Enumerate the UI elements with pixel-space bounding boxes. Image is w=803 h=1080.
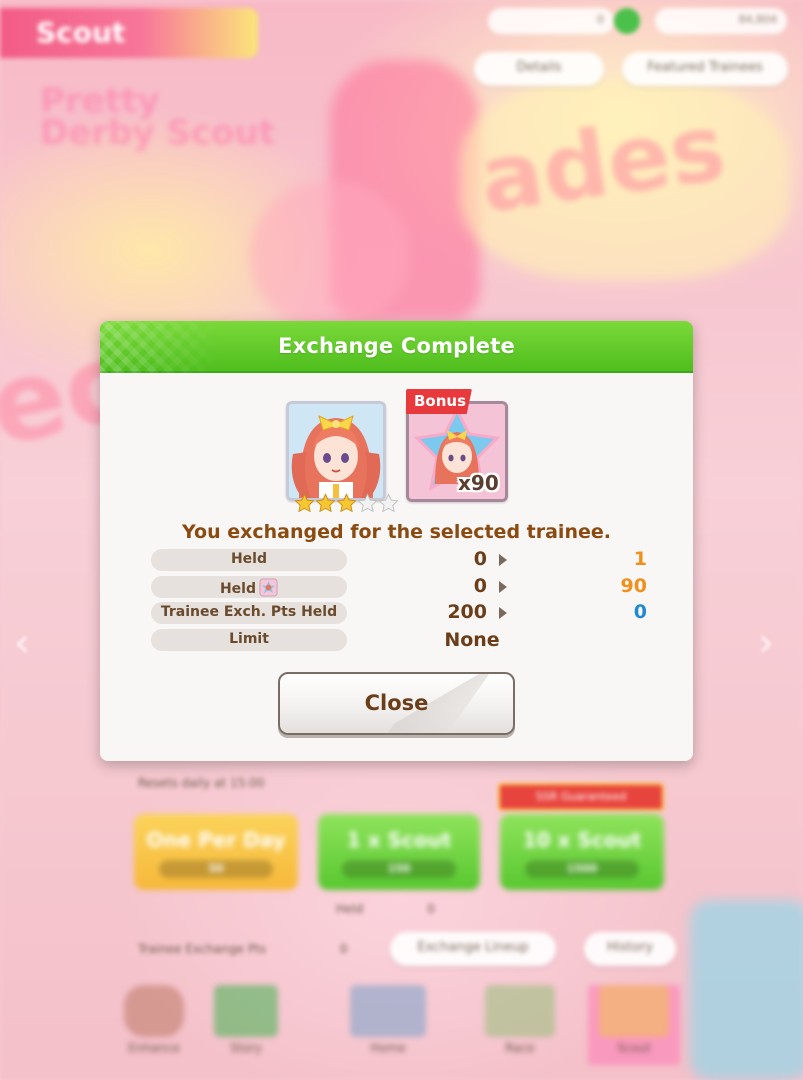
nav-scout[interactable]: Scout — [588, 985, 680, 1065]
bg-heart-shape — [250, 180, 410, 330]
currency-display-1: 0 — [488, 8, 614, 34]
exchange-pts-row: Trainee Exch. Pts Held 200 0 — [151, 601, 651, 624]
pts-after-value: 0 — [633, 601, 647, 623]
held-pieces-label: Held 0 — [336, 902, 435, 916]
star-icon — [336, 493, 357, 513]
exchange-message: You exchanged for the selected trainee. — [182, 521, 611, 543]
star-icon — [315, 493, 336, 513]
arrow-right-icon — [499, 607, 507, 619]
dialog-header: Exchange Complete — [100, 321, 693, 373]
ten-scout-button[interactable]: 10 x Scout 1500 — [500, 814, 664, 890]
exchange-lineup-button[interactable]: Exchange Lineup — [390, 932, 556, 966]
nav-race[interactable]: Race — [474, 985, 566, 1065]
star-icon — [294, 493, 315, 513]
limit-row: Limit None — [151, 629, 651, 651]
held-after-value: 1 — [633, 548, 647, 570]
bonus-quantity: x90 — [458, 471, 499, 495]
add-currency-icon[interactable] — [614, 8, 640, 34]
exchange-pts-label: Trainee Exchange Pts 0 — [138, 942, 348, 956]
pts-before-value: 200 — [447, 601, 487, 623]
one-per-day-button[interactable]: One Per Day 50 — [134, 814, 298, 890]
trainee-portrait-card — [286, 401, 386, 501]
held-pieces-row: Held 0 90 — [151, 575, 651, 598]
bg-lower-ribbon — [690, 900, 803, 1080]
bg-banner-logo: Pretty Derby Scout — [40, 81, 275, 153]
nav-story[interactable]: Story — [200, 985, 292, 1065]
nav-home[interactable]: Home — [342, 985, 434, 1065]
featured-trainees-button[interactable]: Featured Trainees — [622, 52, 788, 86]
dialog-title: Exchange Complete — [278, 334, 515, 358]
pieces-after-value: 90 — [620, 575, 647, 597]
row-label: Limit — [151, 629, 347, 651]
details-button[interactable]: Details — [474, 52, 604, 86]
arrow-right-icon — [499, 554, 507, 566]
row-label: Trainee Exch. Pts Held — [151, 602, 347, 624]
banner-next-arrow-icon[interactable]: › — [758, 620, 774, 666]
empty-star-icon — [378, 493, 399, 513]
history-button[interactable]: History — [584, 932, 676, 966]
nav-enhance[interactable]: Enhance — [108, 985, 200, 1065]
scout-header-title: Scout — [36, 16, 126, 49]
trainee-piece-icon — [259, 578, 278, 597]
close-button-label: Close — [364, 691, 429, 715]
row-label: Held — [151, 549, 347, 571]
banner-prev-arrow-icon[interactable]: ‹ — [14, 620, 30, 666]
limit-value: None — [444, 629, 500, 651]
pieces-before-value: 0 — [473, 575, 487, 597]
reset-note: Resets daily at 15:00 — [138, 776, 265, 790]
held-before-value: 0 — [473, 548, 487, 570]
rarity-stars — [294, 493, 399, 517]
bonus-tag: Bonus — [406, 389, 472, 414]
scout-header-tab: Scout — [0, 8, 258, 58]
close-button[interactable]: Close — [278, 672, 515, 735]
held-trainee-row: Held 0 1 — [151, 548, 651, 571]
one-scout-button[interactable]: 1 x Scout 150 — [318, 814, 480, 890]
arrow-right-icon — [499, 581, 507, 593]
empty-star-icon — [357, 493, 378, 513]
trainee-portrait-icon — [289, 404, 383, 498]
currency-display-2: 84,804 — [655, 8, 787, 34]
guarantee-badge: SSR Guaranteed — [498, 783, 664, 811]
row-label: Held — [151, 576, 347, 598]
exchange-complete-dialog: Exchange Complete Bonus x90 You exchange… — [100, 321, 693, 761]
